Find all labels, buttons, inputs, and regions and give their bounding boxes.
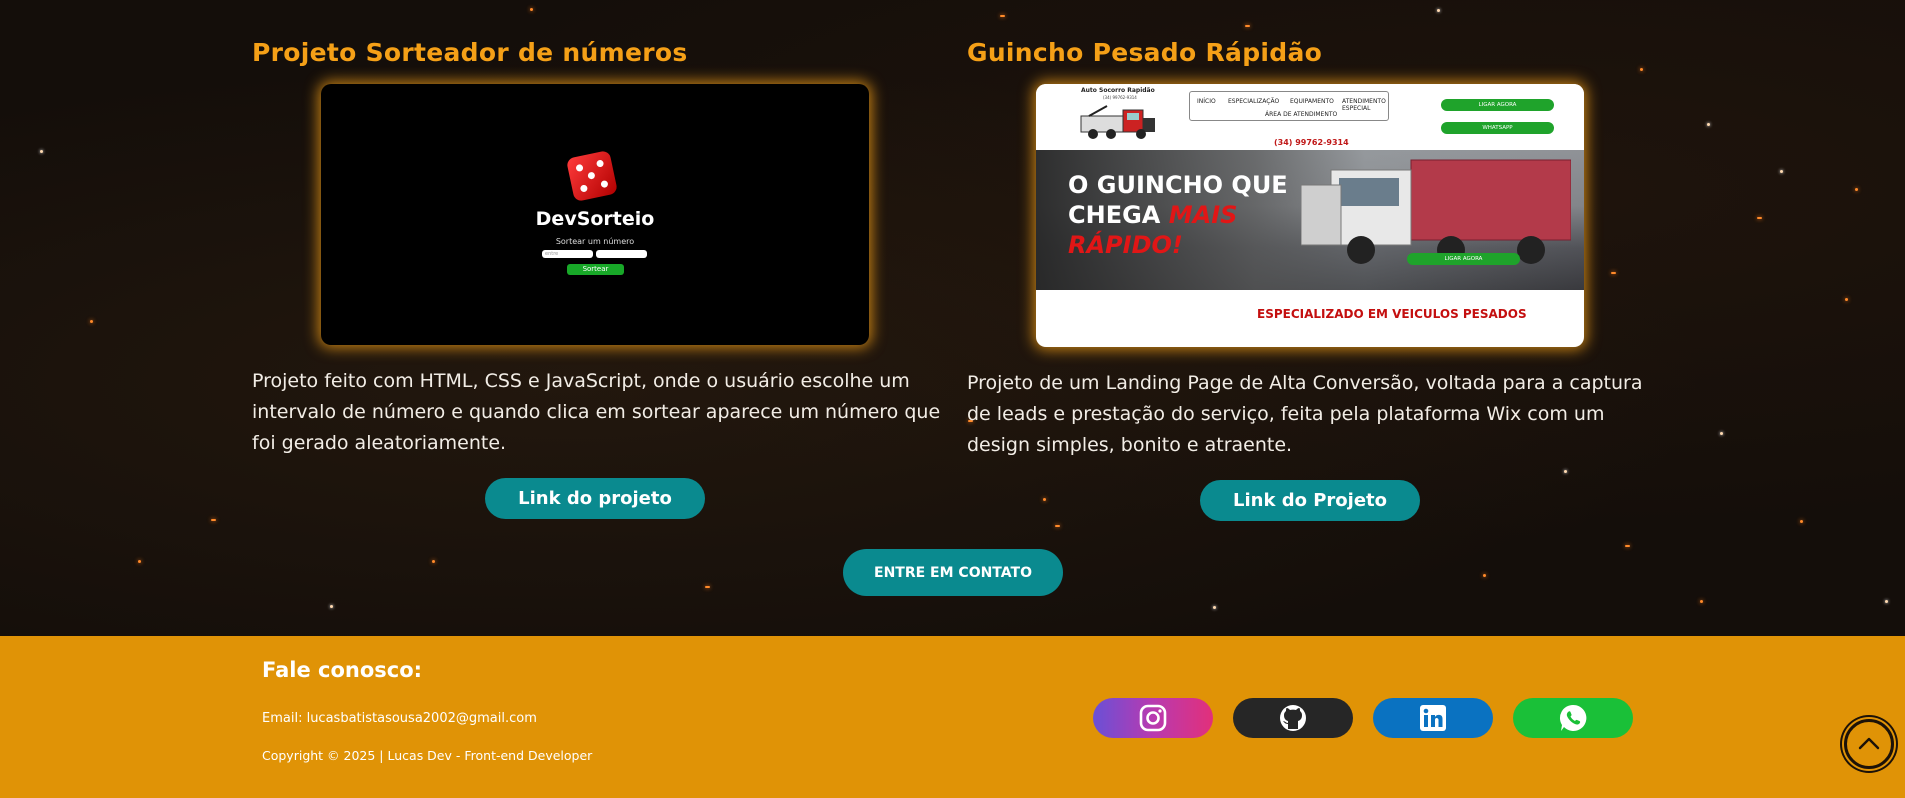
preview-input-min: entre (542, 250, 593, 258)
project-preview-sorteador: DevSorteio Sortear um número entre Sorte… (321, 84, 869, 345)
linkedin-link[interactable] (1373, 698, 1493, 738)
preview-subtitle: Sortear um número (555, 237, 635, 246)
preview-hero-line3: RÁPIDO! (1068, 231, 1183, 259)
github-link[interactable] (1233, 698, 1353, 738)
linkedin-icon (1420, 705, 1446, 731)
project-link-button[interactable]: Link do Projeto (1200, 480, 1420, 521)
preview-phone: (34) 99762-9314 (1274, 138, 1349, 147)
preview-nav: INÍCIO ESPECIALIZAÇÃO EQUIPAMENTO ATENDI… (1189, 91, 1389, 121)
contact-button[interactable]: ENTRE EM CONTATO (843, 549, 1063, 596)
project-title: Projeto Sorteador de números (252, 38, 688, 67)
tow-truck-icon (1080, 105, 1155, 139)
preview-hero: O GUINCHO QUE CHEGA MAIS RÁPIDO! (1036, 150, 1584, 290)
preview-specialized: ESPECIALIZADO EM VEICULOS PESADOS (1257, 307, 1527, 321)
preview-brand-phone: (34) 99762-9314 (1103, 95, 1137, 100)
footer-title: Fale conosco: (262, 658, 423, 682)
instagram-link[interactable] (1093, 698, 1213, 738)
whatsapp-icon (1559, 704, 1587, 731)
preview-hero-line2: CHEGA (1068, 201, 1161, 229)
preview-app-name: DevSorteio (535, 208, 655, 230)
preview-call-button: LIGAR AGORA (1441, 99, 1554, 111)
project-link-button[interactable]: Link do projeto (485, 478, 705, 519)
dice-icon (565, 149, 619, 203)
preview-hero-call-button: LIGAR AGORA (1407, 253, 1520, 265)
project-title: Guincho Pesado Rápidão (967, 38, 1323, 67)
project-preview-guincho: Auto Socorro Rapidão (34) 99762-9314 INÍ… (1036, 84, 1584, 347)
chevron-up-icon (1858, 737, 1880, 750)
project-description: Projeto feito com HTML, CSS e JavaScript… (252, 370, 941, 454)
project-card-sorteador: Projeto Sorteador de números (252, 38, 688, 67)
github-icon (1280, 705, 1306, 731)
project-card-guincho: Guincho Pesado Rápidão (967, 38, 1322, 67)
instagram-icon (1139, 704, 1167, 732)
back-to-top-button[interactable] (1844, 719, 1894, 769)
truck-image (1301, 159, 1571, 264)
footer-copyright: Copyright © 2025 | Lucas Dev - Front-end… (262, 748, 593, 763)
preview-hero-line2-red: MAIS (1168, 201, 1238, 229)
footer: Fale conosco: Email: lucasbatistasousa20… (0, 636, 1905, 798)
preview-sortear-button: Sortear (567, 264, 624, 275)
footer-email: Email: lucasbatistasousa2002@gmail.com (262, 711, 537, 726)
ember-background (0, 0, 1905, 636)
project-description: Projeto de um Landing Page de Alta Conve… (967, 372, 1643, 456)
preview-header: Auto Socorro Rapidão (34) 99762-9314 INÍ… (1036, 84, 1584, 150)
preview-brand: Auto Socorro Rapidão (1081, 87, 1155, 94)
whatsapp-link[interactable] (1513, 698, 1633, 738)
preview-input-max (596, 250, 647, 258)
preview-whatsapp-button: WHATSAPP (1441, 122, 1554, 134)
preview-hero-line1: O GUINCHO QUE (1068, 171, 1288, 199)
